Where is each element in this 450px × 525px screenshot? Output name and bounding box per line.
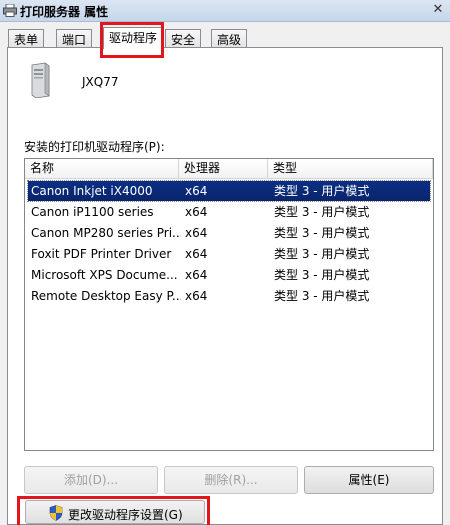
server-icon xyxy=(31,62,50,98)
column-header-processor[interactable]: 处理器 xyxy=(179,159,268,178)
title-bar: 打印服务器 属性 ✕ xyxy=(0,0,450,22)
table-row[interactable]: Canon iP1100 series x64 类型 3 - 用户模式 xyxy=(28,202,430,222)
driver-name: Foxit PDF Printer Driver xyxy=(31,247,172,261)
list-header: 名称 处理器 类型 xyxy=(25,159,433,179)
tab-label: 驱动程序 xyxy=(109,31,158,45)
driver-type: 类型 3 - 用户模式 xyxy=(274,226,370,240)
driver-type: 类型 3 - 用户模式 xyxy=(274,289,370,303)
driver-type: 类型 3 - 用户模式 xyxy=(274,205,370,219)
tab-advanced[interactable]: 高级 xyxy=(211,29,248,47)
drivers-list-label: 安装的打印机驱动程序(P): xyxy=(24,140,165,154)
driver-name: Canon MP280 series Pri... xyxy=(31,226,181,240)
printer-icon xyxy=(3,4,17,17)
column-header-name[interactable]: 名称 xyxy=(25,159,179,178)
tab-label: 表单 xyxy=(14,33,39,47)
close-icon[interactable]: ✕ xyxy=(430,2,446,18)
tab-drivers[interactable]: 驱动程序 xyxy=(103,27,164,49)
driver-processor: x64 xyxy=(185,247,208,261)
driver-processor: x64 xyxy=(185,289,208,303)
add-button[interactable]: 添加(D)... xyxy=(24,466,158,494)
column-header-type[interactable]: 类型 xyxy=(268,159,433,178)
table-row[interactable]: Canon Inkjet iX4000 x64 类型 3 - 用户模式 xyxy=(27,180,431,202)
driver-processor: x64 xyxy=(185,184,208,198)
tab-label: 高级 xyxy=(217,33,242,47)
driver-name: Microsoft XPS Docume... xyxy=(31,268,178,282)
tab-security[interactable]: 安全 xyxy=(165,29,202,47)
tab-label: 安全 xyxy=(171,33,196,47)
driver-processor: x64 xyxy=(185,205,208,219)
server-name: JXQ77 xyxy=(82,75,119,89)
driver-name: Canon Inkjet iX4000 xyxy=(31,184,153,198)
drivers-list[interactable]: 名称 处理器 类型 Canon Inkjet iX4000 x64 类型 3 -… xyxy=(24,158,434,451)
driver-processor: x64 xyxy=(185,268,208,282)
driver-name: Remote Desktop Easy P... xyxy=(31,289,181,303)
tab-ports[interactable]: 端口 xyxy=(56,29,93,47)
table-row[interactable]: Microsoft XPS Docume... x64 类型 3 - 用户模式 xyxy=(28,265,430,285)
driver-type: 类型 3 - 用户模式 xyxy=(274,247,370,261)
tab-forms[interactable]: 表单 xyxy=(8,29,45,47)
table-row[interactable]: Canon MP280 series Pri... x64 类型 3 - 用户模… xyxy=(28,223,430,243)
button-highlight-box xyxy=(17,496,210,525)
tab-label: 端口 xyxy=(62,33,87,47)
remove-button[interactable]: 删除(R)... xyxy=(164,466,298,494)
driver-processor: x64 xyxy=(185,226,208,240)
driver-type: 类型 3 - 用户模式 xyxy=(274,268,370,282)
table-row[interactable]: Remote Desktop Easy P... x64 类型 3 - 用户模式 xyxy=(28,286,430,306)
properties-button[interactable]: 属性(E) xyxy=(304,466,434,494)
driver-name: Canon iP1100 series xyxy=(31,205,154,219)
window-title: 打印服务器 属性 xyxy=(20,5,109,19)
driver-type: 类型 3 - 用户模式 xyxy=(274,184,370,198)
table-row[interactable]: Foxit PDF Printer Driver x64 类型 3 - 用户模式 xyxy=(28,244,430,264)
